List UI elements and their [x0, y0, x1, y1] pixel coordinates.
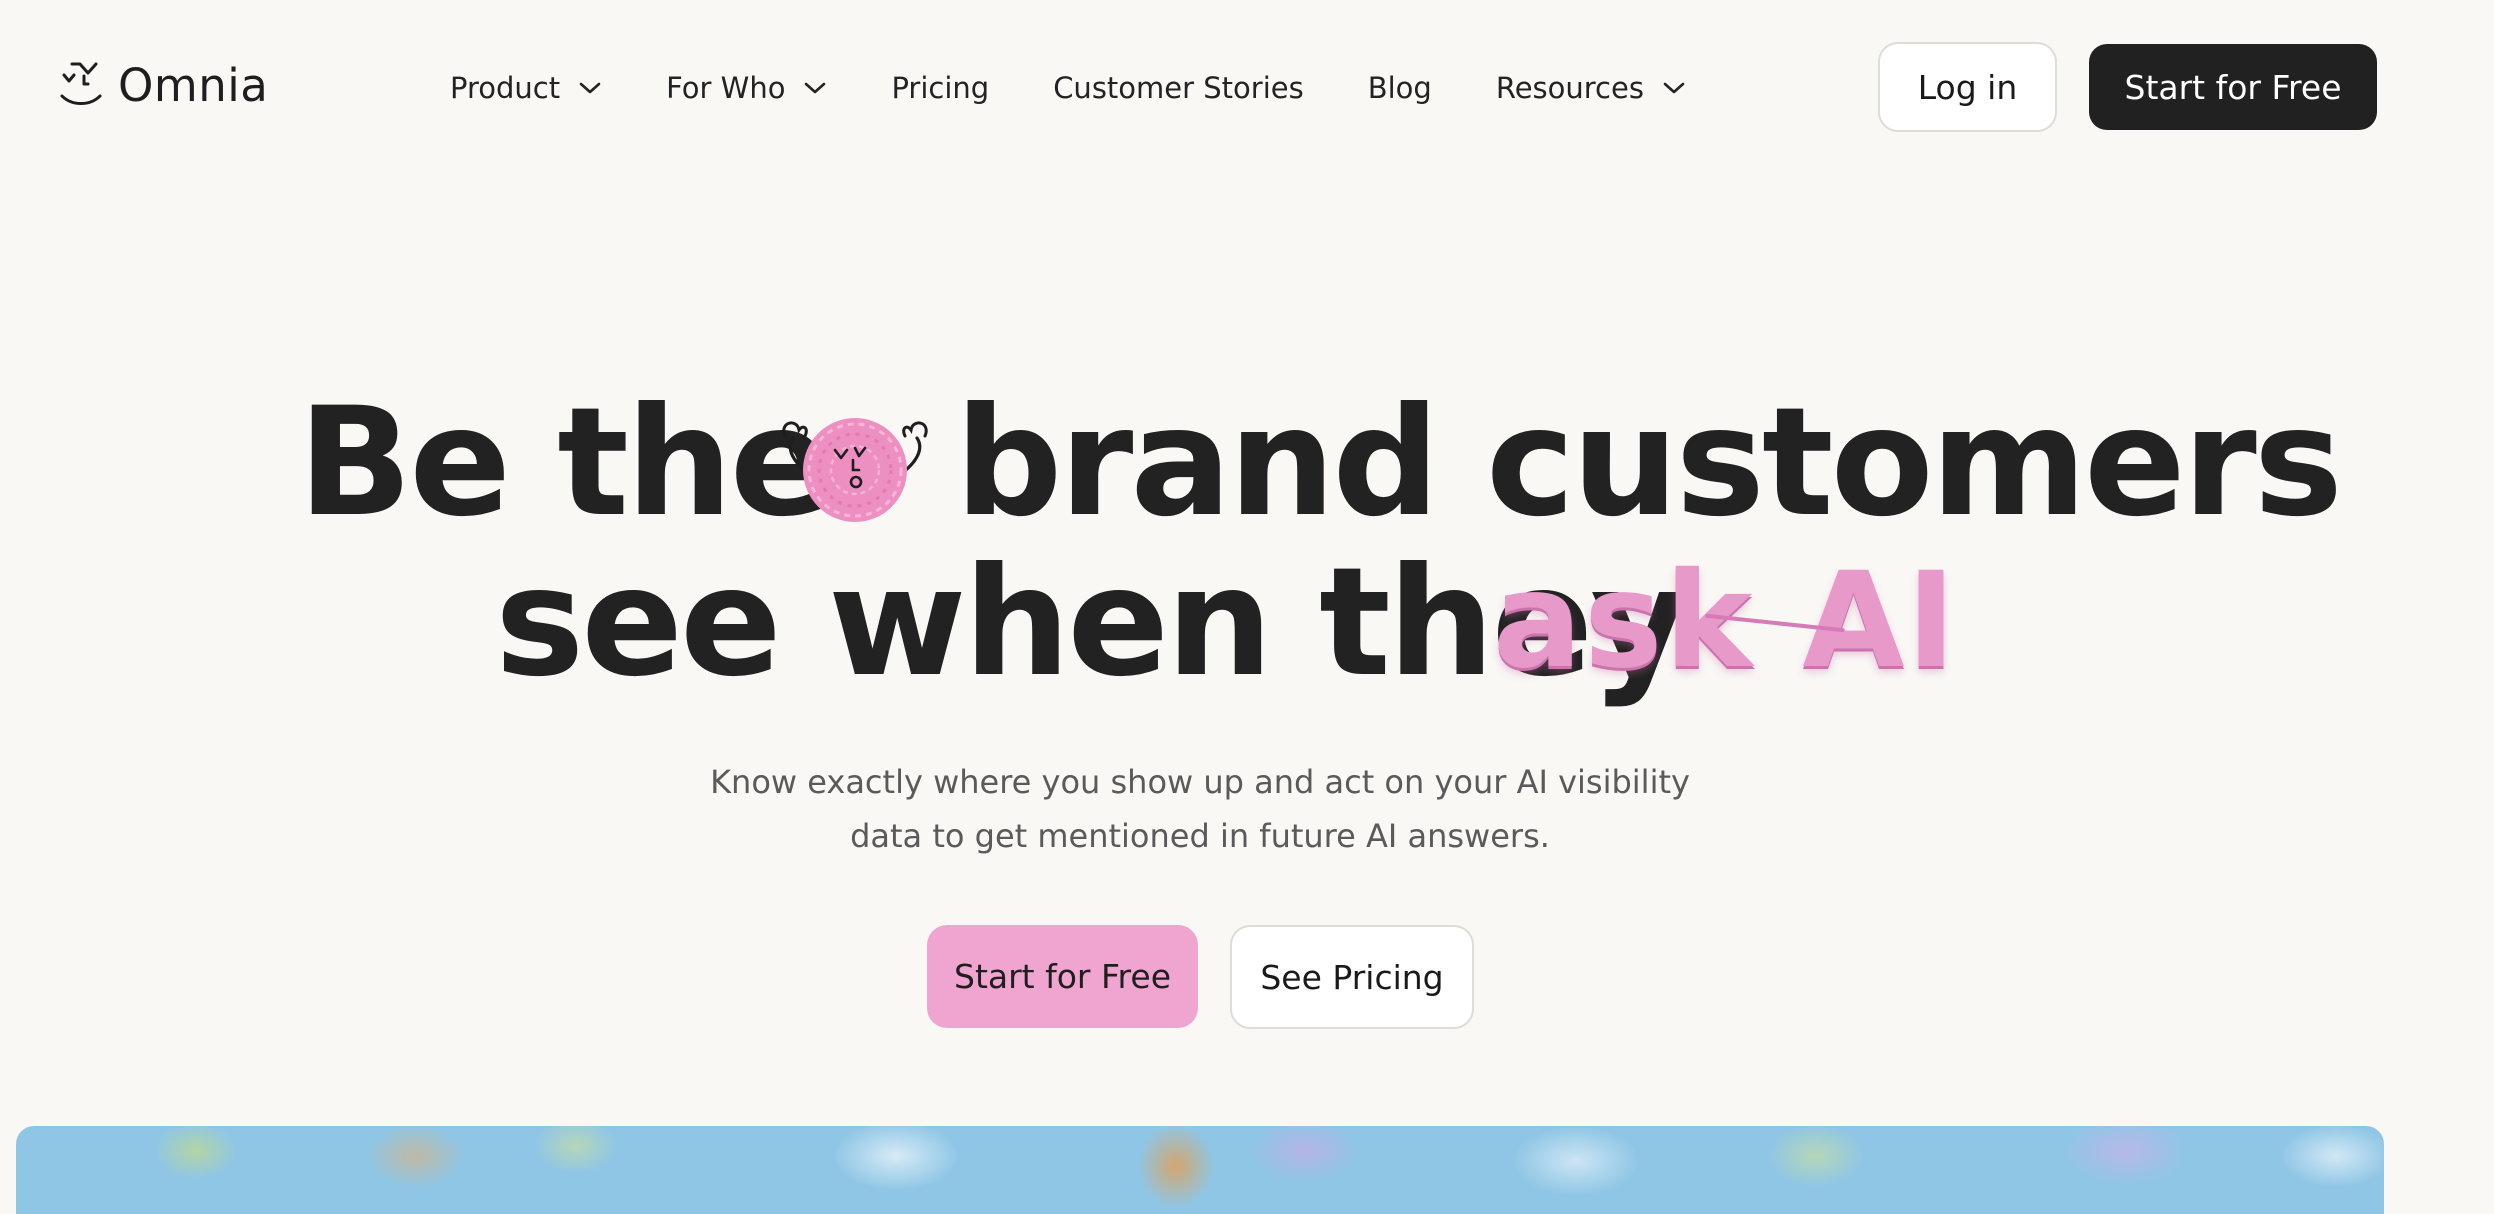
nav-item-product[interactable]: Product [450, 71, 602, 105]
nav-item-label: Blog [1367, 71, 1432, 105]
hero-line1-start: Be the [298, 376, 832, 550]
chevron-down-icon [1662, 80, 1686, 96]
page: Omnia Product For Who Pricing Customer S… [0, 0, 2494, 1214]
pink-yarn-ball-mascot-icon [755, 408, 955, 538]
nav-item-blog[interactable]: Blog [1368, 71, 1432, 105]
chevron-down-icon [578, 80, 602, 96]
nav-item-for-who[interactable]: For Who [666, 71, 827, 105]
ask-ai-text: ask AI [1493, 544, 1958, 698]
showcase-banner-image [16, 1126, 2384, 1214]
nav-item-label: For Who [666, 71, 786, 105]
nav-item-pricing[interactable]: Pricing [891, 71, 989, 105]
ask-ai-accent: ask AI [1493, 555, 1958, 687]
login-button[interactable]: Log in [1878, 42, 2057, 132]
chevron-down-icon [803, 80, 827, 96]
brand-name: Omnia [118, 58, 269, 112]
nav-item-customer-stories[interactable]: Customer Stories [1053, 71, 1304, 105]
main-nav: Product For Who Pricing Customer Stories… [450, 62, 1686, 114]
hero-subtitle-line1: Know exactly where you show up and act o… [710, 763, 1690, 801]
nav-item-label: Product [450, 71, 561, 105]
start-for-free-hero-button[interactable]: Start for Free [927, 925, 1198, 1028]
logo-link[interactable]: Omnia [58, 60, 268, 110]
hero-subtitle-line2: data to get mentioned in future AI answe… [850, 817, 1550, 855]
hero-line1-end: brand customers [955, 376, 2343, 550]
omnia-face-logo-icon [58, 60, 104, 110]
nav-item-resources[interactable]: Resources [1496, 71, 1686, 105]
nav-item-label: Pricing [891, 71, 990, 105]
see-pricing-button[interactable]: See Pricing [1230, 925, 1474, 1029]
start-for-free-header-button[interactable]: Start for Free [2089, 44, 2377, 130]
hero-subtitle: Know exactly where you show up and act o… [640, 755, 1760, 863]
nav-item-label: Customer Stories [1053, 71, 1304, 105]
nav-item-label: Resources [1495, 71, 1644, 105]
